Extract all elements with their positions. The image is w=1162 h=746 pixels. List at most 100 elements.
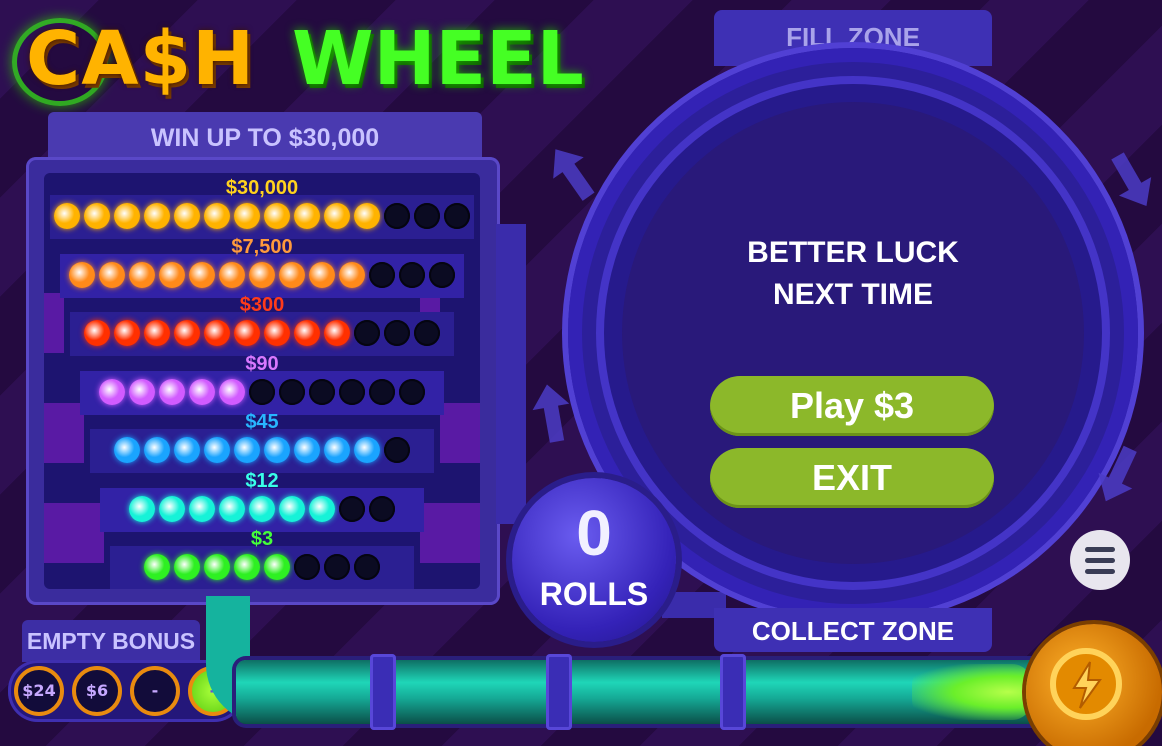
tier-prize-label: $3 bbox=[250, 528, 274, 550]
tier-dot-filled bbox=[204, 203, 230, 229]
bonus-coin-1: $24 bbox=[14, 666, 64, 716]
tier-dot-filled bbox=[174, 203, 200, 229]
tier-dot-filled bbox=[114, 203, 140, 229]
tier-dot-filled bbox=[99, 261, 125, 288]
tier-dot-filled bbox=[234, 203, 260, 229]
tier-dot-filled bbox=[159, 261, 185, 288]
tier-prize-label: $30,000 bbox=[225, 177, 299, 199]
tier-dot-filled bbox=[234, 437, 260, 463]
tier-dot-filled bbox=[219, 495, 245, 522]
connector-bar bbox=[496, 224, 526, 524]
tier-dot-empty bbox=[354, 554, 380, 580]
tier-dot-filled bbox=[144, 554, 170, 580]
tier-dot-empty bbox=[384, 203, 410, 229]
logo-wheel-text: WHEEL bbox=[292, 16, 584, 102]
tier-dot-empty bbox=[414, 203, 440, 229]
tier-dot-filled bbox=[279, 495, 305, 522]
arrow-up-icon bbox=[535, 134, 610, 212]
tier-dot-empty bbox=[384, 320, 410, 346]
board-side-stripe bbox=[440, 403, 480, 463]
tier-dot-filled bbox=[54, 203, 80, 229]
tier-dot-filled bbox=[249, 495, 275, 522]
tier-dot-filled bbox=[144, 437, 170, 463]
tier-dot-filled bbox=[174, 320, 200, 346]
result-message-line-2: NEXT TIME bbox=[772, 278, 933, 311]
tier-band bbox=[90, 429, 434, 473]
board-side-stripe bbox=[44, 503, 104, 563]
lightning-bolt-icon bbox=[1050, 648, 1122, 720]
tier-dot-filled bbox=[189, 378, 215, 405]
result-message: BETTER LUCK NEXT TIME bbox=[722, 232, 984, 316]
collect-zone-label: COLLECT ZONE bbox=[714, 608, 992, 652]
pipe-glow bbox=[912, 664, 1032, 720]
tier-prize-label: $300 bbox=[239, 294, 285, 316]
tier-dot-filled bbox=[174, 437, 200, 463]
tier-dot-empty bbox=[399, 261, 425, 288]
tier-dot-filled bbox=[354, 437, 380, 463]
tier-dot-filled bbox=[219, 261, 245, 288]
pipe-ring bbox=[546, 654, 572, 730]
tier-dot-filled bbox=[204, 437, 230, 463]
tier-prize-label: $12 bbox=[245, 469, 279, 492]
tier-dot-empty bbox=[414, 320, 440, 346]
tier-dot-filled bbox=[129, 261, 155, 288]
prize-board-header: WIN UP TO $30,000 bbox=[48, 112, 482, 162]
tier-prize-label: $45 bbox=[245, 411, 279, 433]
exit-button[interactable]: EXIT bbox=[710, 448, 994, 508]
tier-dot-filled bbox=[84, 320, 110, 346]
rolls-counter: 0 ROLLS bbox=[512, 478, 676, 642]
prize-board-inner: $30,000 $7,500 $300 $90 $45 $12 $3 bbox=[44, 173, 480, 589]
tier-dot-filled bbox=[234, 554, 260, 580]
tier-dot-filled bbox=[144, 203, 170, 229]
menu-button[interactable] bbox=[1070, 530, 1130, 590]
logo-cash-text: CA$H bbox=[26, 16, 255, 102]
tier-dot-filled bbox=[189, 495, 215, 522]
lightning-bolt-button[interactable] bbox=[1026, 624, 1162, 746]
tier-dot-filled bbox=[324, 320, 350, 346]
tier-dot-empty bbox=[429, 261, 455, 288]
tier-dot-empty bbox=[309, 378, 335, 405]
tier-dot-empty bbox=[294, 554, 320, 580]
tier-dot-filled bbox=[129, 495, 155, 522]
tier-dot-filled bbox=[159, 378, 185, 405]
rolls-count: 0 bbox=[576, 497, 612, 569]
tier-dot-filled bbox=[354, 203, 380, 229]
tier-dot-filled bbox=[69, 261, 95, 288]
tier-dot-empty bbox=[369, 261, 395, 288]
cash-wheel-logo: CA$H WHEEL bbox=[12, 10, 584, 110]
empty-bonus-header: EMPTY BONUS bbox=[22, 620, 200, 662]
tier-prize-label: $7,500 bbox=[231, 235, 293, 258]
tier-dot-filled bbox=[144, 320, 170, 346]
tier-dot-filled bbox=[204, 320, 230, 346]
tier-dot-filled bbox=[189, 261, 215, 288]
tier-dot-empty bbox=[384, 437, 410, 463]
tier-dot-filled bbox=[114, 437, 140, 463]
tier-dot-filled bbox=[84, 203, 110, 229]
tier-dot-filled bbox=[294, 320, 320, 346]
board-side-stripe bbox=[44, 403, 84, 463]
tier-dot-filled bbox=[114, 320, 140, 346]
tier-dot-filled bbox=[174, 554, 200, 580]
board-side-stripe bbox=[420, 503, 480, 563]
rolls-label: ROLLS bbox=[539, 576, 649, 612]
tier-dot-filled bbox=[204, 554, 230, 580]
tier-dot-filled bbox=[264, 437, 290, 463]
tier-dot-empty bbox=[339, 378, 365, 405]
pipe-ring bbox=[370, 654, 396, 730]
bonus-coin-2: $6 bbox=[72, 666, 122, 716]
tier-dot-empty bbox=[279, 378, 305, 405]
menu-icon-bar bbox=[1085, 558, 1115, 563]
tier-dot-empty bbox=[369, 378, 395, 405]
tier-dot-empty bbox=[249, 378, 275, 405]
play-button[interactable]: Play $3 bbox=[710, 376, 994, 436]
board-side-stripe bbox=[44, 293, 64, 353]
tier-dot-filled bbox=[234, 320, 260, 346]
tier-dot-empty bbox=[399, 378, 425, 405]
bonus-coin-3: - bbox=[130, 666, 180, 716]
tier-dot-filled bbox=[219, 378, 245, 405]
tier-dot-empty bbox=[369, 495, 395, 522]
tier-dot-filled bbox=[264, 320, 290, 346]
tier-dot-empty bbox=[324, 554, 350, 580]
arrow-up-icon bbox=[523, 378, 581, 447]
tier-dot-filled bbox=[309, 495, 335, 522]
